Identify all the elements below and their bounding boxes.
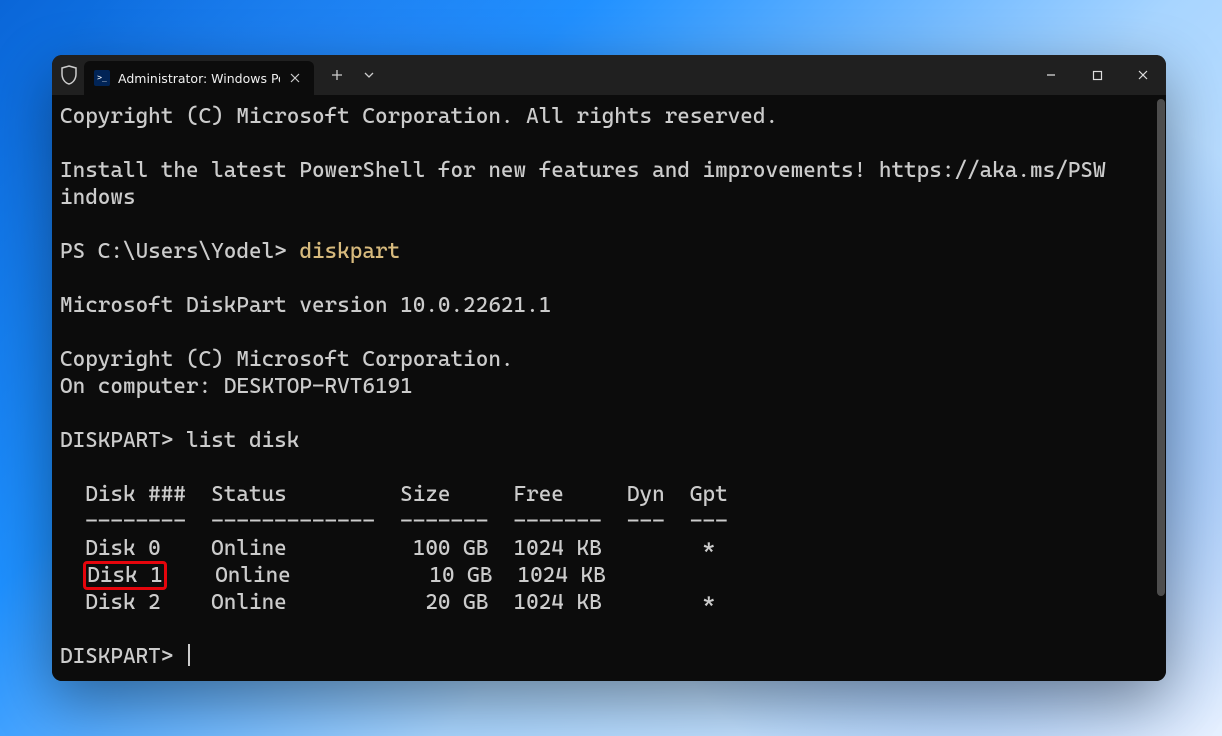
diskpart-computer: On computer: DESKTOP-RVT6191 (60, 374, 413, 399)
tab-powershell[interactable]: Administrator: Windows Powe (84, 61, 314, 95)
terminal-body[interactable]: Copyright (C) Microsoft Corporation. All… (52, 95, 1166, 681)
terminal-output: Copyright (C) Microsoft Corporation. All… (60, 103, 1158, 670)
window-controls (1028, 55, 1166, 95)
tab-close-button[interactable] (286, 69, 304, 87)
highlighted-disk: Disk 1 (85, 563, 165, 588)
tab-title: Administrator: Windows Powe (118, 71, 280, 86)
table-divider: -------- ------------- ------- ------- -… (60, 509, 728, 534)
diskpart-version: Microsoft DiskPart version 10.0.22621.1 (60, 293, 551, 318)
titlebar[interactable]: Administrator: Windows Powe (52, 55, 1166, 95)
close-icon (290, 73, 300, 83)
titlebar-drag-area[interactable] (384, 55, 1028, 95)
scrollbar-thumb[interactable] (1157, 99, 1165, 596)
table-header: Disk ### Status Size Free Dyn Gpt (60, 482, 728, 507)
minimize-button[interactable] (1028, 55, 1074, 95)
ps-command: diskpart (299, 239, 400, 264)
desktop-background: Administrator: Windows Powe (0, 0, 1222, 736)
terminal-window: Administrator: Windows Powe (52, 55, 1166, 681)
close-icon (1137, 69, 1149, 81)
plus-icon (331, 69, 343, 81)
maximize-icon (1092, 70, 1103, 81)
diskpart-copyright: Copyright (C) Microsoft Corporation. (60, 347, 514, 372)
minimize-icon (1045, 69, 1057, 81)
powershell-icon (94, 70, 110, 86)
table-row: Disk 2 Online 20 GB 1024 KB * (60, 590, 715, 615)
admin-shield-icon (60, 65, 78, 85)
ps-prompt: PS C:\Users\Yodel> (60, 239, 299, 264)
tab-dropdown-button[interactable] (354, 60, 384, 90)
table-row: Disk 0 Online 100 GB 1024 KB * (60, 536, 715, 561)
diskpart-prompt: DISKPART> (60, 644, 186, 669)
cursor (188, 644, 190, 666)
maximize-button[interactable] (1074, 55, 1120, 95)
tab-actions (322, 60, 384, 90)
new-tab-button[interactable] (322, 60, 352, 90)
titlebar-left: Administrator: Windows Powe (52, 55, 384, 95)
chevron-down-icon (364, 70, 374, 80)
close-window-button[interactable] (1120, 55, 1166, 95)
diskpart-command: list disk (186, 428, 299, 453)
table-row: Online 10 GB 1024 KB (165, 563, 606, 588)
scrollbar[interactable] (1157, 99, 1165, 677)
diskpart-prompt: DISKPART> (60, 428, 186, 453)
copyright-line: Copyright (C) Microsoft Corporation. All… (60, 104, 778, 129)
install-line: Install the latest PowerShell for new fe… (60, 158, 1106, 210)
